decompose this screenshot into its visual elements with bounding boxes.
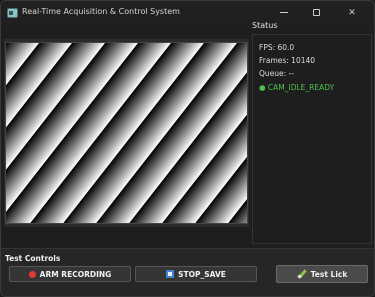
test-lick-button[interactable]: Test Lick bbox=[276, 265, 368, 283]
minimize-icon bbox=[280, 12, 288, 13]
queue-readout: Queue: -- bbox=[259, 69, 294, 78]
status-title: Status bbox=[252, 21, 278, 30]
app-window: Real-Time Acquisition & Control System ✕ bbox=[0, 0, 375, 297]
controls-title: Test Controls bbox=[5, 254, 61, 263]
camera-panel bbox=[4, 39, 249, 227]
record-dot-icon bbox=[28, 270, 36, 278]
pencil-icon bbox=[297, 270, 306, 279]
title-bar: Real-Time Acquisition & Control System ✕ bbox=[1, 1, 374, 25]
camera-view bbox=[5, 42, 248, 224]
stop-save-label: STOP_SAVE bbox=[178, 269, 226, 279]
close-button[interactable]: ✕ bbox=[336, 1, 368, 25]
app-icon bbox=[7, 8, 18, 18]
maximize-button[interactable] bbox=[300, 1, 332, 25]
test-lick-label: Test Lick bbox=[310, 269, 348, 279]
maximize-icon bbox=[312, 9, 320, 16]
test-controls-panel: Test Controls ARM RECORDING STOP_SAVE Te… bbox=[1, 248, 374, 296]
status-panel: FPS: 60.0 Frames: 10140 Queue: -- ● CAM_… bbox=[252, 34, 372, 244]
frames-readout: Frames: 10140 bbox=[259, 56, 316, 65]
arm-recording-label: ARM RECORDING bbox=[39, 269, 112, 279]
camera-grating-image bbox=[6, 43, 247, 223]
window-title: Real-Time Acquisition & Control System bbox=[22, 7, 180, 16]
camera-state: ● CAM_IDLE_READY bbox=[259, 83, 335, 92]
stop-save-button[interactable]: STOP_SAVE bbox=[135, 266, 257, 282]
arm-recording-button[interactable]: ARM RECORDING bbox=[9, 266, 131, 282]
fps-readout: FPS: 60.0 bbox=[259, 43, 295, 52]
stop-square-icon bbox=[166, 270, 175, 278]
